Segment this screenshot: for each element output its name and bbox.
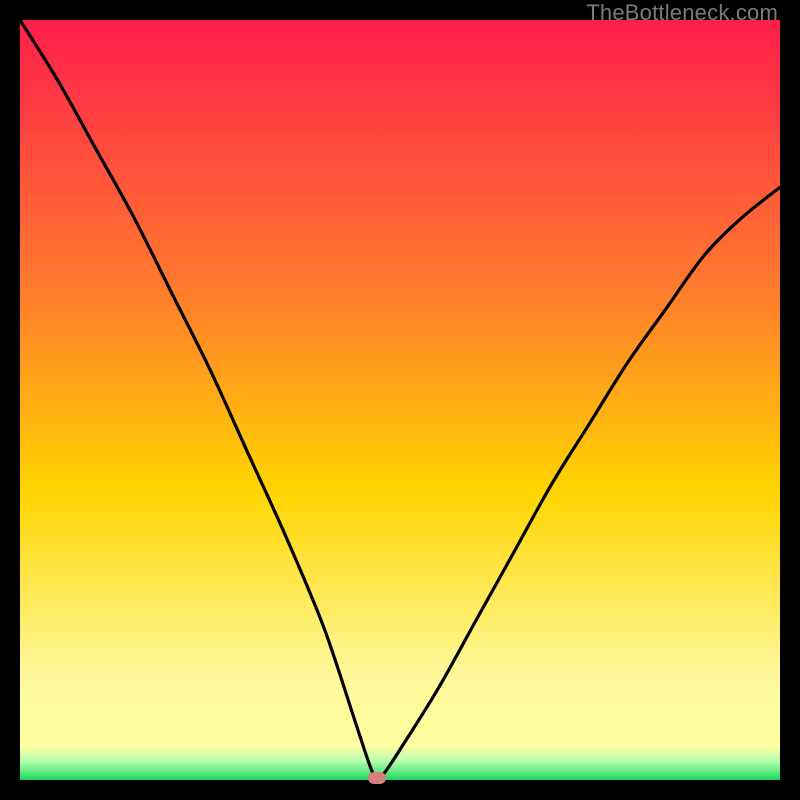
watermark-text: TheBottleneck.com [586, 0, 778, 26]
minimum-marker [368, 772, 386, 784]
plot-frame [20, 20, 780, 780]
plot-background-gradient [20, 20, 780, 780]
